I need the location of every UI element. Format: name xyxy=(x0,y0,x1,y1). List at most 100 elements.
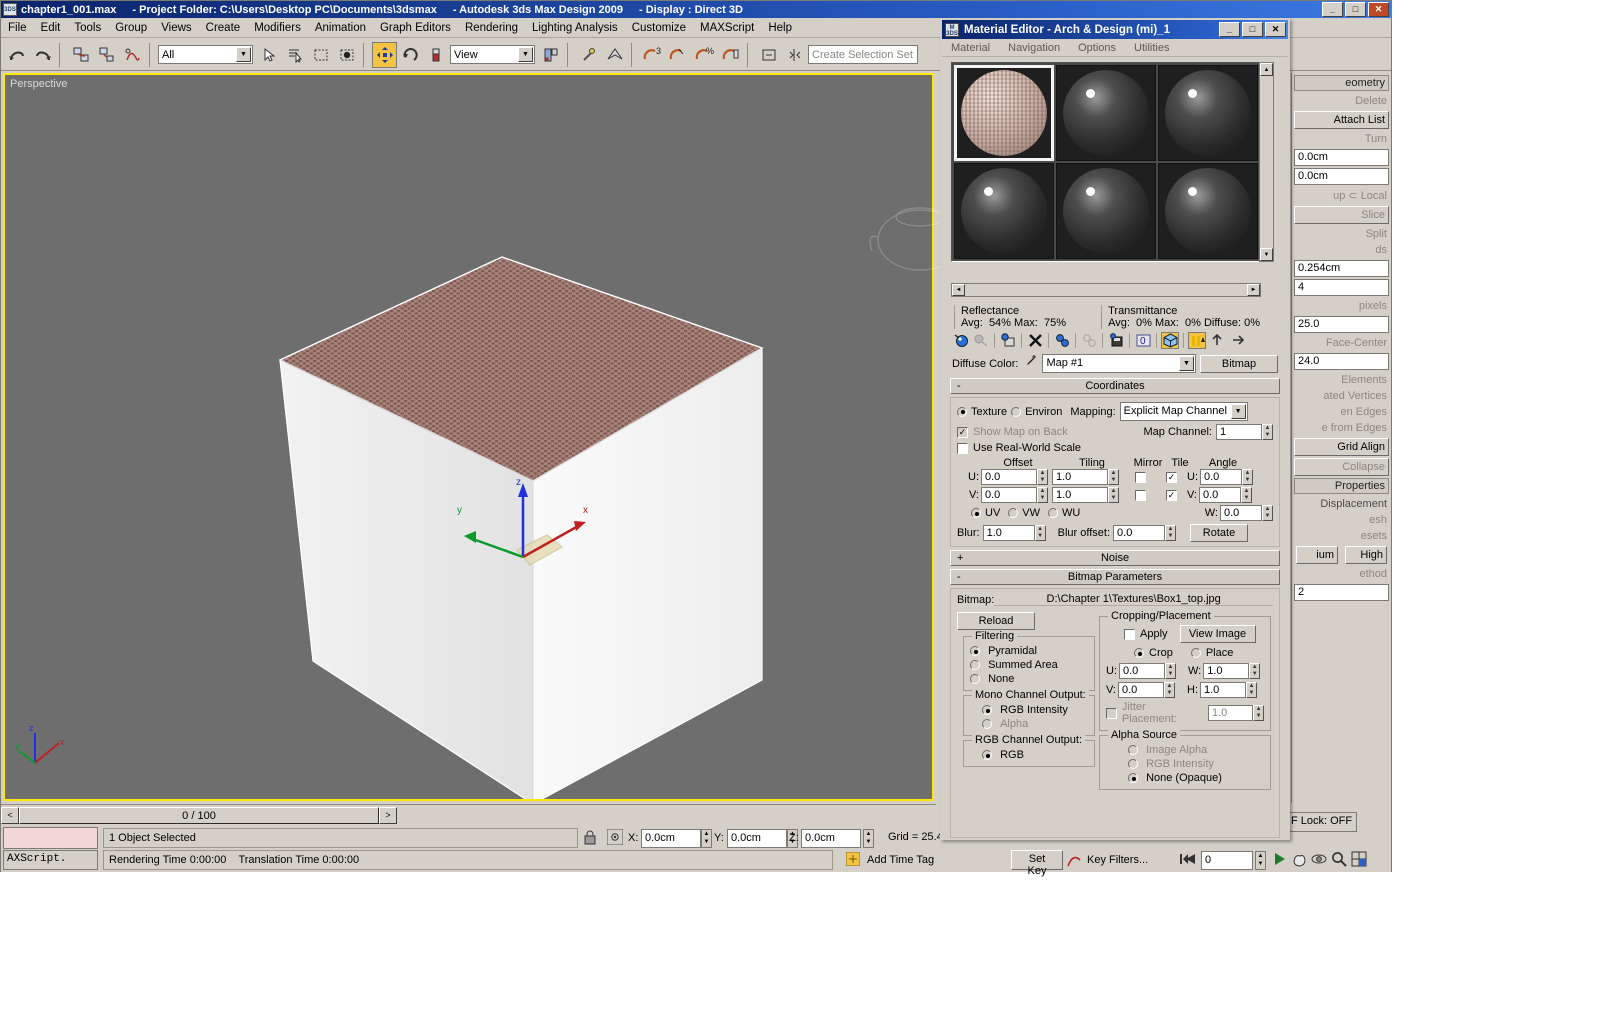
selection-filter-dropdown[interactable]: All ▼ xyxy=(158,45,253,64)
me-menu-utilities[interactable]: Utilities xyxy=(1125,41,1178,55)
time-slider[interactable]: < 0 / 100 > xyxy=(1,804,936,826)
selection-lock-icon[interactable] xyxy=(584,830,596,848)
menu-item-file[interactable]: File xyxy=(1,20,34,36)
make-material-copy-icon[interactable] xyxy=(1053,332,1071,349)
move-transform-gizmo[interactable]: z y x xyxy=(452,475,602,595)
scroll-down-icon[interactable]: ▼ xyxy=(1260,248,1273,261)
blur-offset-field[interactable]: 0.0 xyxy=(1113,525,1166,541)
apply-crop-checkbox[interactable] xyxy=(1124,628,1135,640)
menu-item-edit[interactable]: Edit xyxy=(34,20,68,36)
menu-item-lighting-analysis[interactable]: Lighting Analysis xyxy=(525,20,625,36)
tessellation-value-field[interactable]: 0.254cm xyxy=(1294,260,1389,277)
crop-w-field[interactable]: 1.0 xyxy=(1203,663,1250,679)
go-to-parent-icon[interactable] xyxy=(1208,332,1226,349)
me-maximize-button[interactable]: □ xyxy=(1242,22,1263,37)
cp-field-2[interactable]: 0.0cm xyxy=(1294,168,1389,185)
v-tiling-spinner[interactable]: ▲ ▼ xyxy=(1108,487,1119,503)
named-selection-sets-icon[interactable] xyxy=(756,41,781,68)
v-tiling-field[interactable]: 1.0 xyxy=(1052,487,1108,503)
material-effects-channel-icon[interactable]: 0 xyxy=(1134,332,1152,349)
map-channel-field[interactable]: 1 xyxy=(1216,424,1262,440)
sample-slots-grid[interactable] xyxy=(951,62,1261,262)
filtering-pyramidal-radio[interactable] xyxy=(970,646,980,657)
show-map-on-back-checkbox[interactable]: ✓ xyxy=(957,426,968,438)
sample-slot-5[interactable] xyxy=(1056,163,1156,259)
vw-radio[interactable] xyxy=(1008,508,1019,518)
scroll-left-icon[interactable]: ◄ xyxy=(952,284,965,296)
slots-vertical-scrollbar[interactable]: ▲ ▼ xyxy=(1259,62,1274,262)
put-material-to-scene-icon[interactable] xyxy=(972,332,990,349)
collapse-button[interactable]: Collapse xyxy=(1294,458,1389,476)
perspective-viewport[interactable]: Perspective z y x z x y xyxy=(3,73,969,801)
select-and-move-icon[interactable] xyxy=(372,41,397,68)
cp-group-local[interactable]: up ⊂ Local xyxy=(1292,187,1391,204)
menu-item-modifiers[interactable]: Modifiers xyxy=(247,20,308,36)
place-radio[interactable] xyxy=(1190,648,1201,658)
chevron-down-icon[interactable]: ▼ xyxy=(1179,356,1194,371)
v-angle-spinner[interactable]: ▲ ▼ xyxy=(1241,487,1252,503)
me-menu-navigation[interactable]: Navigation xyxy=(999,41,1069,55)
coordinates-rollout-header[interactable]: - Coordinates xyxy=(950,378,1280,394)
menu-item-maxscript[interactable]: MAXScript xyxy=(693,20,761,36)
wu-radio[interactable] xyxy=(1048,508,1059,518)
crop-radio[interactable] xyxy=(1134,648,1144,658)
maxscript-mini-listener[interactable] xyxy=(3,827,98,849)
pan-view-icon[interactable] xyxy=(1291,851,1307,870)
selection-set-input[interactable]: Create Selection Set xyxy=(808,45,918,64)
blur-field[interactable]: 1.0 xyxy=(982,525,1035,541)
unlink-selection-icon[interactable] xyxy=(94,41,119,68)
crop-v-field[interactable]: 0.0 xyxy=(1118,682,1164,698)
u-tile-checkbox[interactable]: ✓ xyxy=(1166,471,1177,483)
material-editor-dialog[interactable]: M 3DS Material Editor - Arch & Design (mi… xyxy=(940,18,1290,840)
attach-list-button[interactable]: Attach List xyxy=(1294,111,1389,129)
slice-button[interactable]: Slice xyxy=(1294,206,1389,224)
u-angle-spinner[interactable]: ▲ ▼ xyxy=(1242,469,1253,485)
me-minimize-button[interactable]: _ xyxy=(1219,22,1240,37)
rotate-button[interactable]: Rotate xyxy=(1190,524,1249,542)
box-object[interactable] xyxy=(5,75,932,799)
select-by-name-icon[interactable] xyxy=(282,41,307,68)
select-object-icon[interactable] xyxy=(256,41,281,68)
v-mirror-checkbox[interactable] xyxy=(1135,489,1146,501)
edge-value-field[interactable]: 24.0 xyxy=(1294,353,1389,370)
menu-item-customize[interactable]: Customize xyxy=(625,20,693,36)
sample-slot-6[interactable] xyxy=(1158,163,1258,259)
face-value-field[interactable]: 25.0 xyxy=(1294,316,1389,333)
chevron-down-icon[interactable]: ▼ xyxy=(518,47,533,62)
grid-align-button[interactable]: Grid Align xyxy=(1294,438,1389,456)
scroll-right-icon[interactable]: ► xyxy=(1247,284,1260,296)
use-pivot-point-center-icon[interactable] xyxy=(538,41,563,68)
mirror-icon[interactable] xyxy=(782,41,807,68)
cp-delete-label[interactable]: Delete xyxy=(1292,93,1391,109)
spinner-snap-icon[interactable] xyxy=(718,41,743,68)
orbit-view-icon[interactable] xyxy=(1311,851,1327,870)
mapping-dropdown[interactable]: Explicit Map Channel ▼ xyxy=(1119,402,1248,421)
menu-item-help[interactable]: Help xyxy=(761,20,799,36)
v-offset-field[interactable]: 0.0 xyxy=(981,487,1037,503)
crop-u-field[interactable]: 0.0 xyxy=(1119,663,1165,679)
u-offset-spinner[interactable]: ▲ ▼ xyxy=(1037,469,1048,485)
undo-icon[interactable] xyxy=(4,41,29,68)
maximize-button[interactable]: □ xyxy=(1345,2,1366,17)
open-edges-label[interactable]: en Edges xyxy=(1292,404,1391,420)
absolute-relative-toggle-icon[interactable] xyxy=(606,828,624,848)
jitter-placement-field[interactable]: 1.0 xyxy=(1208,705,1254,721)
manipulate-icon[interactable] xyxy=(576,41,601,68)
mono-alpha-radio[interactable] xyxy=(982,719,992,730)
jitter-spinner[interactable]: ▲ ▼ xyxy=(1253,705,1264,721)
u-tiling-spinner[interactable]: ▲ ▼ xyxy=(1108,469,1119,485)
menu-item-rendering[interactable]: Rendering xyxy=(458,20,525,36)
eyedropper-icon[interactable] xyxy=(1022,354,1038,373)
zoom-region-icon[interactable] xyxy=(1331,851,1347,870)
sample-slot-4[interactable] xyxy=(954,163,1054,259)
v-tile-checkbox[interactable]: ✓ xyxy=(1166,489,1177,501)
x-coordinate-field[interactable]: 0.0cm xyxy=(641,829,701,848)
minimize-button[interactable]: _ xyxy=(1322,2,1343,17)
crop-h-field[interactable]: 1.0 xyxy=(1200,682,1246,698)
alpha-none-opaque-radio[interactable] xyxy=(1128,773,1138,784)
u-angle-field[interactable]: 0.0 xyxy=(1200,469,1242,485)
menu-item-animation[interactable]: Animation xyxy=(308,20,373,36)
noise-rollout-header[interactable]: + Noise xyxy=(950,550,1280,566)
filtering-summed-area-radio[interactable] xyxy=(970,660,980,671)
rgb-radio[interactable] xyxy=(982,750,992,761)
